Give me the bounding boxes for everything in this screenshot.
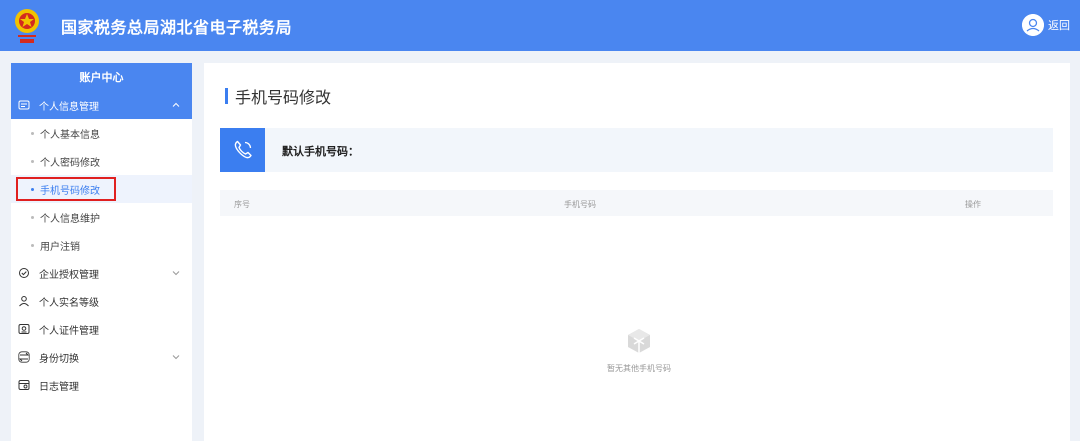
sidebar-group-enterprise-auth[interactable]: 企业授权管理 — [11, 259, 192, 287]
highlight-annotation-box — [16, 177, 116, 201]
sidebar-group-id-documents[interactable]: 个人证件管理 — [11, 315, 192, 343]
sidebar-item-account-cancel[interactable]: 用户注销 — [11, 231, 192, 259]
column-header-phone: 手机号码 — [564, 200, 596, 209]
default-phone-label: 默认手机号码： — [282, 145, 359, 158]
sidebar-group-label: 个人信息管理 — [39, 101, 99, 113]
sidebar-group-label: 个人实名等级 — [39, 297, 99, 309]
user-area[interactable]: 返回 — [1022, 14, 1070, 36]
sidebar-title: 账户中心 — [11, 63, 192, 91]
chevron-up-icon — [172, 102, 180, 107]
empty-box-icon — [628, 329, 650, 353]
sidebar-group-realname-level[interactable]: 个人实名等级 — [11, 287, 192, 315]
main-panel: 手机号码修改 默认手机号码： 序号 手机号码 操作 暂无其他手机号码 — [204, 63, 1070, 441]
switch-icon — [18, 351, 30, 363]
chevron-down-icon — [172, 271, 180, 276]
sidebar-item-phone-change[interactable]: 手机号码修改 — [11, 175, 192, 203]
tax-emblem-logo — [15, 9, 39, 43]
user-level-icon — [18, 295, 30, 307]
sidebar: 账户中心 个人信息管理 个人基本信息 个人密码修改 手机号码修改 个人信息维护 … — [11, 63, 192, 441]
sidebar-group-identity-switch[interactable]: 身份切换 — [11, 343, 192, 371]
sidebar-item-info-maintenance[interactable]: 个人信息维护 — [11, 203, 192, 231]
sidebar-group-personal-info[interactable]: 个人信息管理 — [11, 91, 192, 119]
return-button[interactable]: 返回 — [1048, 17, 1070, 33]
sidebar-group-logs[interactable]: 日志管理 — [11, 371, 192, 399]
phone-icon — [220, 128, 265, 172]
sidebar-item-label: 个人基本信息 — [40, 129, 100, 141]
bullet-dot — [31, 159, 34, 163]
sidebar-item-label: 用户注销 — [40, 241, 80, 253]
user-avatar-icon[interactable] — [1022, 14, 1044, 36]
sidebar-group-label: 企业授权管理 — [39, 269, 99, 281]
page-title: 手机号码修改 — [225, 86, 332, 107]
column-header-index: 序号 — [234, 200, 250, 209]
title-accent-bar — [225, 88, 228, 104]
phone-table-header: 序号 手机号码 操作 — [220, 190, 1053, 216]
bullet-dot — [31, 215, 34, 219]
column-header-actions: 操作 — [965, 200, 981, 209]
top-bar: 国家税务总局湖北省电子税务局 返回 — [0, 0, 1080, 51]
empty-state: 暂无其他手机号码 — [584, 327, 694, 374]
sidebar-item-label: 个人信息维护 — [40, 213, 100, 225]
sidebar-item-label: 个人密码修改 — [40, 157, 100, 169]
page-title-text: 手机号码修改 — [235, 88, 332, 107]
sidebar-group-label: 日志管理 — [39, 381, 79, 393]
app-title: 国家税务总局湖北省电子税务局 — [61, 18, 293, 37]
bullet-dot — [31, 131, 34, 135]
empty-state-text: 暂无其他手机号码 — [607, 364, 671, 373]
id-card-icon — [18, 323, 30, 335]
sidebar-item-basic-info[interactable]: 个人基本信息 — [11, 119, 192, 147]
log-icon — [18, 379, 30, 391]
sidebar-group-label: 身份切换 — [39, 353, 79, 365]
chevron-down-icon — [172, 355, 180, 360]
sidebar-item-password-change[interactable]: 个人密码修改 — [11, 147, 192, 175]
shield-check-icon — [18, 267, 30, 279]
profile-card-icon — [18, 99, 30, 111]
default-phone-card: 默认手机号码： — [220, 128, 1053, 172]
sidebar-group-label: 个人证件管理 — [39, 325, 99, 337]
bullet-dot — [31, 243, 34, 247]
